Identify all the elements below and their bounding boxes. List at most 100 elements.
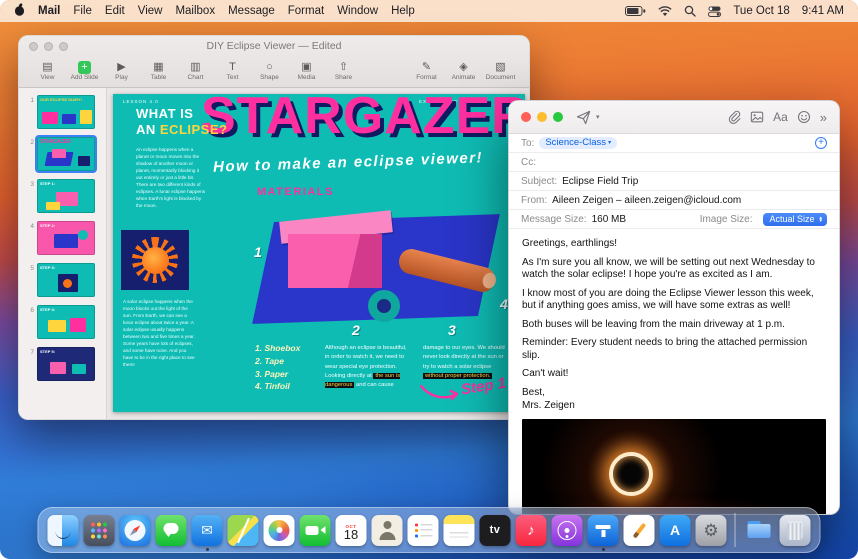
- slide-thumbnail-6[interactable]: 6 STEP 4:: [24, 305, 106, 339]
- slide-thumbnail-4[interactable]: 4 STEP 2:: [24, 221, 106, 255]
- menu-format[interactable]: Format: [288, 5, 324, 17]
- dock-launchpad-icon[interactable]: [83, 514, 115, 546]
- image-size-select[interactable]: Actual Size ▲ ▼: [762, 212, 827, 226]
- from-value: Aileen Zeigen – aileen.zeigen@icloud.com: [552, 194, 742, 206]
- dock-divider: [734, 513, 736, 547]
- dock-downloads-icon[interactable]: [744, 515, 775, 546]
- slide-thumbnail-3[interactable]: 3 STEP 1:: [24, 179, 106, 213]
- toolbar-shape-button[interactable]: ○ Shape: [251, 60, 288, 81]
- toolbar-format-button[interactable]: ✎ Format: [408, 60, 445, 81]
- toolbar-text-button[interactable]: T Text: [214, 60, 251, 81]
- to-field[interactable]: To: Science-Class ▾ +: [509, 134, 839, 153]
- menu-file[interactable]: File: [73, 5, 92, 17]
- photo-browser-icon[interactable]: [750, 110, 764, 124]
- zoom-icon[interactable]: [553, 112, 563, 122]
- toolbar-share-button[interactable]: ⇧ Share: [325, 60, 362, 81]
- mail-traffic-lights[interactable]: [521, 112, 563, 122]
- slide-navigator: 1 OUR ECLIPSE DIARY! 2 STARGAZER 3 STEP …: [19, 88, 107, 419]
- slide-stargazer[interactable]: LESSON 4.0 EXPERIMENT #11 STARGAZER How …: [113, 94, 525, 412]
- subject-field[interactable]: Subject: Eclipse Field Trip: [509, 172, 839, 191]
- add-recipient-button[interactable]: +: [815, 137, 827, 149]
- menu-help[interactable]: Help: [391, 5, 415, 17]
- control-center-icon[interactable]: [708, 6, 722, 17]
- dock-appstore-icon[interactable]: A: [659, 514, 691, 546]
- dock-safari-icon[interactable]: [119, 514, 151, 546]
- emoji-icon[interactable]: [797, 110, 811, 124]
- menu-bar: Mail File Edit View Mailbox Message Form…: [0, 0, 858, 22]
- body-paragraph: As I'm sure you all know, we will be set…: [522, 256, 815, 281]
- toolbar-media-button[interactable]: ▣ Media: [288, 60, 325, 81]
- step-arrow-icon: [419, 384, 459, 401]
- slide-canvas[interactable]: LESSON 4.0 EXPERIMENT #11 STARGAZER How …: [107, 88, 529, 419]
- sun-illustration: [121, 230, 189, 290]
- battery-icon[interactable]: [625, 6, 646, 16]
- body-paragraph: Both buses will be leaving from the main…: [522, 318, 785, 330]
- dock-freeform-icon[interactable]: [623, 514, 655, 546]
- mail-compose-window[interactable]: ▾ Aa » To: Science-Class ▾ + Cc: Subject:…: [508, 100, 840, 515]
- message-body[interactable]: Greetings, earthlings! As I'm sure you a…: [509, 229, 839, 413]
- eclipse-glow: [522, 418, 826, 514]
- slide-thumbnail-2-selected[interactable]: 2 STARGAZER: [24, 135, 106, 173]
- eclipse-ring: [609, 451, 654, 496]
- menu-mailbox[interactable]: Mailbox: [175, 5, 215, 17]
- toolbar-overflow-icon[interactable]: »: [820, 110, 827, 125]
- send-icon[interactable]: [576, 110, 591, 125]
- toolbar-view-button[interactable]: ▤ View: [29, 60, 66, 81]
- toolbar-animate-button[interactable]: ◈ Animate: [445, 60, 482, 81]
- dock-music-icon[interactable]: ♪: [515, 514, 547, 546]
- close-icon[interactable]: [521, 112, 531, 122]
- wifi-icon[interactable]: [658, 5, 672, 17]
- dock-reminders-icon[interactable]: [407, 514, 439, 546]
- dock-podcasts-icon[interactable]: [551, 514, 583, 546]
- dock-calendar-icon[interactable]: OCT 18: [335, 514, 367, 546]
- slide-materials-list: 1. Shoebox 2. Tape 3. Paper 4. Tinfoil: [255, 343, 301, 392]
- dock-maps-icon[interactable]: [227, 514, 259, 546]
- keynote-titlebar: DIY Eclipse Viewer — Edited ▤ View + Add S…: [19, 36, 529, 88]
- toolbar-table-button[interactable]: ▦ Table: [140, 60, 177, 81]
- shoebox-shape: [288, 234, 382, 288]
- slide-heading: WHAT IS AN ECLIPSE?: [136, 106, 228, 138]
- document-icon: ▧: [495, 60, 506, 73]
- from-field[interactable]: From: Aileen Zeigen – aileen.zeigen@iclo…: [509, 191, 839, 210]
- dock-tv-icon[interactable]: tv: [479, 514, 511, 546]
- toolbar-play-button[interactable]: ▶ Play: [103, 60, 140, 81]
- menu-view[interactable]: View: [138, 5, 163, 17]
- dock-notes-icon[interactable]: [443, 514, 475, 546]
- dock-keynote-icon[interactable]: [587, 514, 619, 551]
- chart-icon: ▥: [190, 60, 201, 73]
- send-options-chevron-icon[interactable]: ▾: [596, 113, 600, 121]
- menu-app-mail[interactable]: Mail: [38, 5, 60, 17]
- dock-mail-icon[interactable]: ✉: [191, 514, 223, 551]
- menu-window[interactable]: Window: [337, 5, 378, 17]
- slide-thumbnail-7[interactable]: 7 STEP 5:: [24, 347, 106, 381]
- cc-field[interactable]: Cc:: [509, 153, 839, 172]
- sun-core-shape: [141, 246, 169, 274]
- menubar-date[interactable]: Tue Oct 18: [733, 5, 789, 17]
- recipient-token[interactable]: Science-Class ▾: [539, 137, 618, 149]
- apple-menu-icon[interactable]: [14, 3, 25, 19]
- keynote-window[interactable]: DIY Eclipse Viewer — Edited ▤ View + Add S…: [18, 35, 530, 420]
- menu-edit[interactable]: Edit: [105, 5, 125, 17]
- dock-photos-icon[interactable]: [263, 514, 295, 546]
- minimize-icon[interactable]: [537, 112, 547, 122]
- dock-finder-icon[interactable]: [47, 514, 79, 546]
- slide-thumbnail-1[interactable]: 1 OUR ECLIPSE DIARY!: [24, 95, 106, 129]
- toolbar-chart-button[interactable]: ▥ Chart: [177, 60, 214, 81]
- dock-facetime-icon[interactable]: [299, 514, 331, 546]
- play-icon: ▶: [117, 60, 126, 73]
- attach-icon[interactable]: [727, 110, 741, 124]
- running-indicator: [601, 547, 605, 551]
- slide-thumbnail-5[interactable]: 5 STEP 3:: [24, 263, 106, 297]
- menubar-time[interactable]: 9:41 AM: [802, 5, 844, 17]
- menu-message[interactable]: Message: [228, 5, 275, 17]
- dock-messages-icon[interactable]: [155, 514, 187, 546]
- dock-settings-icon[interactable]: ⚙: [695, 514, 727, 546]
- slide-subtitle: How to make an eclipse viewer!: [212, 149, 484, 176]
- format-aa-icon[interactable]: Aa: [773, 110, 788, 124]
- subject-value: Eclipse Field Trip: [562, 175, 639, 187]
- dock-trash-icon[interactable]: [779, 514, 811, 546]
- search-icon[interactable]: [684, 5, 697, 17]
- dock-contacts-icon[interactable]: [371, 514, 403, 546]
- toolbar-add-slide-button[interactable]: + Add Slide: [66, 60, 103, 81]
- toolbar-document-button[interactable]: ▧ Document: [482, 60, 519, 81]
